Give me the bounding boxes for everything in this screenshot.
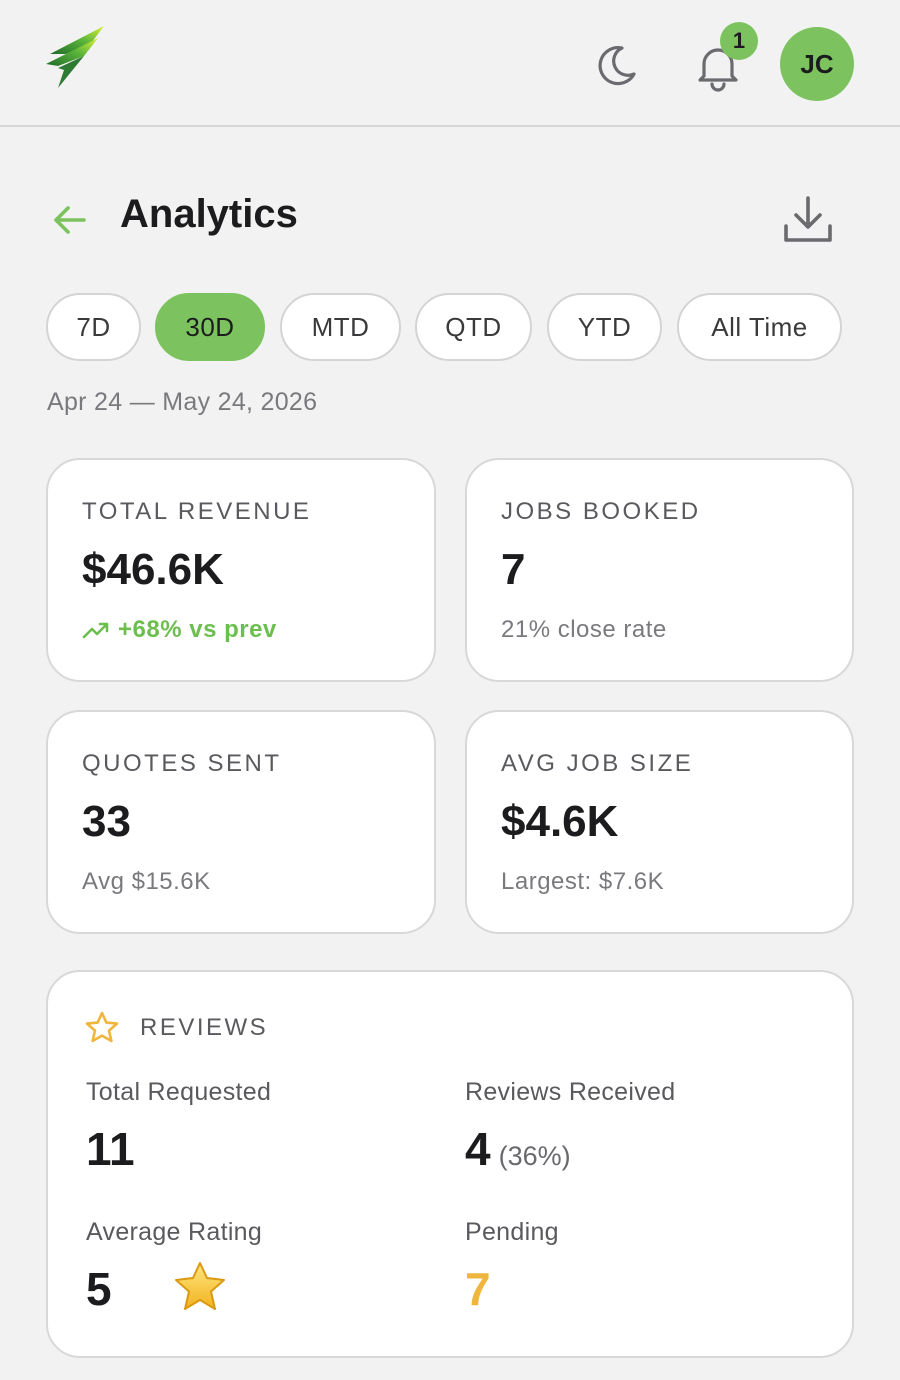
filter-30d[interactable]: 30D xyxy=(155,293,265,361)
pending-value: 7 xyxy=(465,1263,491,1315)
reviews-received-count: 4 xyxy=(465,1123,491,1175)
card-avg-job-size[interactable]: AVG JOB SIZE $4.6K Largest: $7.6K xyxy=(465,710,854,934)
card-sub: Avg $15.6K xyxy=(82,868,211,895)
card-total-revenue[interactable]: TOTAL REVENUE $46.6K +68% vs prev xyxy=(46,458,436,682)
moon-icon[interactable] xyxy=(592,42,640,90)
notification-badge: 1 xyxy=(720,22,758,60)
page-title: Analytics xyxy=(120,192,298,236)
card-reviews[interactable]: REVIEWS Total Requested 11 Reviews Recei… xyxy=(46,970,854,1358)
card-jobs-booked[interactable]: JOBS BOOKED 7 21% close rate xyxy=(465,458,854,682)
filter-ytd[interactable]: YTD xyxy=(547,293,662,361)
total-requested-label: Total Requested xyxy=(86,1078,272,1106)
filter-qtd[interactable]: QTD xyxy=(415,293,532,361)
card-value: 7 xyxy=(501,545,526,594)
average-rating-label: Average Rating xyxy=(86,1218,263,1246)
star-filled-icon xyxy=(175,1262,225,1310)
reviews-received-label: Reviews Received xyxy=(465,1078,676,1106)
reviews-received-value: 4 (36%) xyxy=(465,1122,571,1176)
bolt-logo-icon[interactable] xyxy=(44,24,112,90)
card-value: $4.6K xyxy=(501,797,619,846)
user-avatar[interactable]: JC xyxy=(780,27,854,101)
total-requested-value: 11 xyxy=(86,1123,135,1175)
reviews-title: REVIEWS xyxy=(140,1014,269,1041)
date-range: Apr 24 — May 24, 2026 xyxy=(47,388,318,416)
filter-7d[interactable]: 7D xyxy=(46,293,141,361)
average-rating-value: 5 xyxy=(86,1263,112,1315)
card-sub: 21% close rate xyxy=(501,616,667,643)
pending-label: Pending xyxy=(465,1218,559,1246)
revenue-change: +68% vs prev xyxy=(118,616,277,643)
card-label: TOTAL REVENUE xyxy=(82,498,312,525)
filter-all-time[interactable]: All Time xyxy=(677,293,842,361)
reviews-received-percent: (36%) xyxy=(498,1141,571,1171)
card-label: QUOTES SENT xyxy=(82,750,282,777)
card-value: $46.6K xyxy=(82,545,224,594)
arrow-left-icon[interactable] xyxy=(50,200,90,240)
card-quotes-sent[interactable]: QUOTES SENT 33 Avg $15.6K xyxy=(46,710,436,934)
star-outline-icon xyxy=(85,1011,119,1043)
card-label: JOBS BOOKED xyxy=(501,498,701,525)
card-label: AVG JOB SIZE xyxy=(501,750,694,777)
card-sub: Largest: $7.6K xyxy=(501,868,665,895)
trending-up-icon xyxy=(82,622,109,639)
download-icon[interactable] xyxy=(780,192,836,248)
card-value: 33 xyxy=(82,797,131,846)
filter-mtd[interactable]: MTD xyxy=(280,293,401,361)
top-bar: 1 JC xyxy=(0,0,900,127)
